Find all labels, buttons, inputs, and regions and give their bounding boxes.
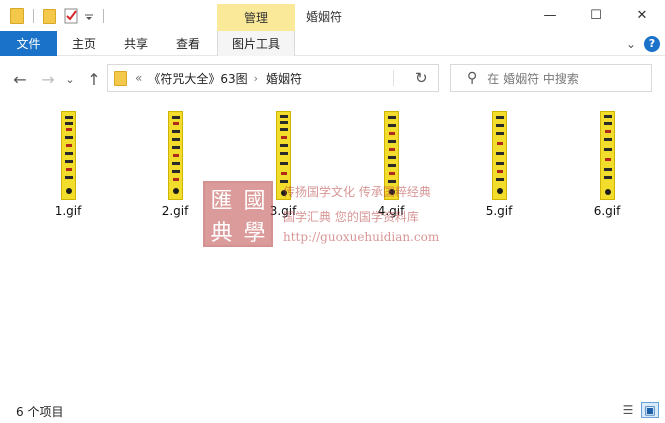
tab-picture-tools[interactable]: 图片工具 — [217, 31, 295, 56]
quick-access-separator — [103, 9, 104, 23]
file-item[interactable]: 1.gif — [28, 111, 108, 218]
watermark: 匯 國 典 學 传扬国学文化 传承国粹经典 国学汇典 您的国学资料库 http:… — [203, 181, 473, 251]
tab-file[interactable]: 文件 — [0, 31, 57, 56]
watermark-url: http://guoxuehuidian.com — [283, 230, 440, 244]
back-arrow-icon: ← — [13, 69, 27, 89]
up-button[interactable]: ↑ — [84, 69, 104, 89]
forward-arrow-icon: → — [41, 69, 55, 89]
address-divider — [393, 70, 394, 86]
recent-locations-button[interactable]: ⌄ — [63, 69, 77, 89]
thumbnail-image — [60, 111, 76, 200]
item-count: 6 个项目 — [16, 405, 64, 419]
chevron-down-icon: ⌄ — [65, 72, 75, 86]
app-folder-icon[interactable] — [10, 7, 24, 25]
details-view-icon: ☰ — [622, 403, 634, 417]
navigation-bar: ← → ⌄ ↑ « 《符咒大全》63图 › 婚姻符 ↻ ⚲ 在 婚姻符 中搜索 — [0, 57, 665, 101]
title-bar: 管理 婚姻符 — ☐ ✕ — [0, 0, 665, 31]
minimize-icon: — — [543, 8, 557, 23]
refresh-icon[interactable]: ↻ — [415, 69, 428, 87]
address-bar[interactable]: « 《符咒大全》63图 › 婚姻符 ↻ — [107, 64, 439, 92]
tab-share[interactable]: 共享 — [116, 31, 156, 56]
search-icon: ⚲ — [467, 70, 478, 86]
close-icon: ✕ — [636, 8, 648, 23]
customize-quick-access-icon[interactable] — [84, 7, 94, 25]
file-list: 1.gif 2.gif 3.gif 4.gif 5.gif 6.gif 匯 國 … — [0, 101, 665, 397]
properties-icon[interactable] — [64, 7, 78, 25]
up-arrow-icon: ↑ — [87, 69, 101, 89]
folder-icon — [114, 70, 127, 86]
large-icons-view-icon: ▣ — [644, 403, 656, 417]
large-icons-view-button[interactable]: ▣ — [641, 402, 659, 418]
window-title: 婚姻符 — [306, 10, 343, 24]
search-box[interactable]: ⚲ 在 婚姻符 中搜索 — [450, 64, 652, 92]
ribbon-tabs: 文件 主页 共享 查看 图片工具 ⌄ ? — [0, 31, 665, 56]
help-icon: ? — [644, 35, 660, 52]
watermark-text: 国学汇典 您的国学资料库 — [283, 210, 419, 224]
back-button[interactable]: ← — [10, 69, 30, 89]
breadcrumb-current[interactable]: 婚姻符 — [266, 70, 302, 87]
help-button[interactable]: ? — [643, 31, 661, 56]
minimize-button[interactable]: — — [527, 0, 573, 31]
tab-view[interactable]: 查看 — [168, 31, 208, 56]
file-name: 6.gif — [593, 204, 621, 218]
seal-char: 匯 — [210, 189, 233, 214]
seal-char: 典 — [210, 221, 233, 246]
watermark-text: 传扬国学文化 传承国粹经典 — [283, 185, 431, 199]
thumbnail-image — [599, 111, 615, 200]
thumbnail-image — [491, 111, 507, 200]
thumbnail-image — [167, 111, 183, 200]
seal-char: 國 — [243, 189, 266, 214]
breadcrumb-parent[interactable]: 《符咒大全》63图 — [148, 70, 247, 87]
status-bar: 6 个项目 ☰ ▣ — [0, 397, 665, 423]
breadcrumb-overflow[interactable]: « — [135, 71, 142, 85]
tab-home[interactable]: 主页 — [64, 31, 104, 56]
search-input[interactable]: 在 婚姻符 中搜索 — [487, 70, 579, 87]
file-item[interactable]: 6.gif — [567, 111, 647, 218]
maximize-icon: ☐ — [590, 8, 602, 23]
close-button[interactable]: ✕ — [619, 0, 665, 31]
watermark-seal: 匯 國 典 學 — [203, 181, 273, 247]
breadcrumb-chevron-icon[interactable]: › — [254, 72, 258, 85]
quick-access-separator — [33, 9, 34, 23]
details-view-button[interactable]: ☰ — [619, 402, 637, 418]
forward-button[interactable]: → — [38, 69, 58, 89]
tab-manage[interactable]: 管理 — [217, 4, 295, 31]
new-folder-icon[interactable] — [43, 7, 56, 25]
expand-ribbon-icon[interactable]: ⌄ — [622, 31, 640, 56]
maximize-button[interactable]: ☐ — [573, 0, 619, 31]
seal-char: 學 — [243, 221, 266, 246]
file-name: 1.gif — [54, 204, 82, 218]
